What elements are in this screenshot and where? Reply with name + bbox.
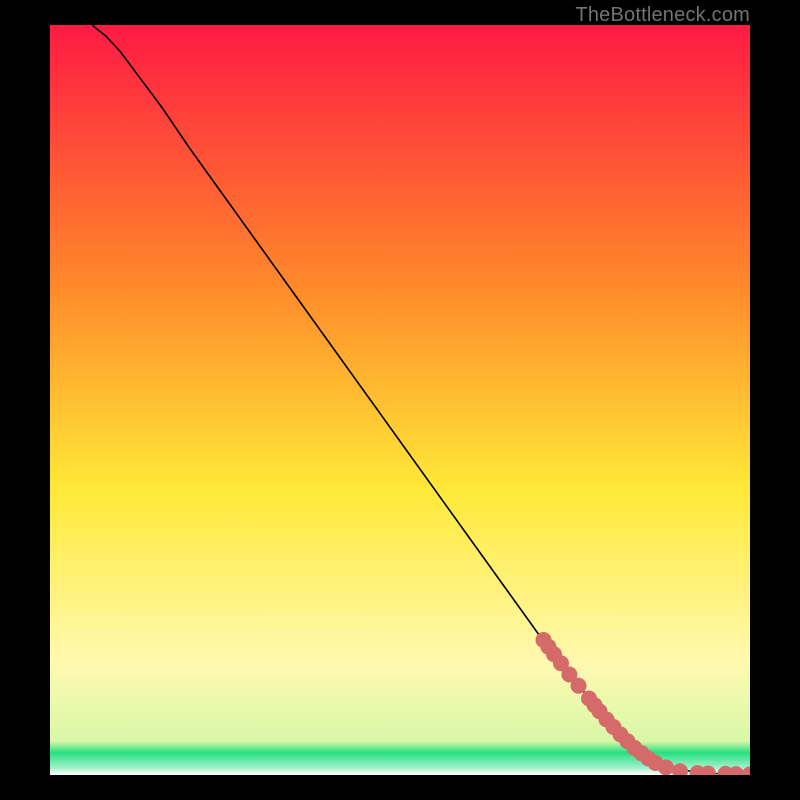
chart-svg: [50, 25, 750, 775]
data-marker: [658, 760, 674, 776]
data-marker: [571, 678, 587, 694]
plot-area: [50, 25, 750, 775]
watermark-text: TheBottleneck.com: [575, 4, 750, 27]
chart-frame: TheBottleneck.com: [0, 0, 800, 800]
gradient-background: [50, 25, 750, 775]
